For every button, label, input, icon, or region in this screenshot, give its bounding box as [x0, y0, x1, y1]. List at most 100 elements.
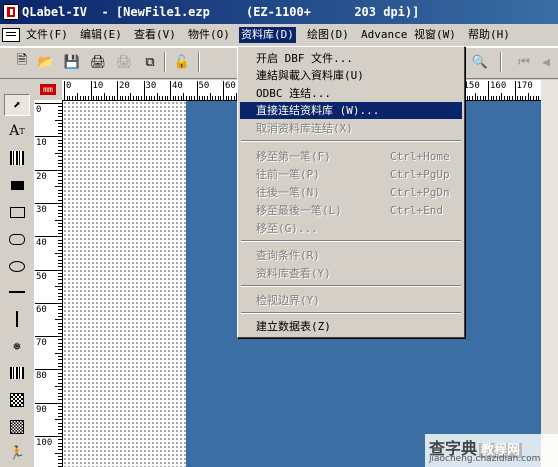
ruler-tick	[185, 96, 187, 100]
menu-create-data-table[interactable]: 建立数据表(Z)	[240, 318, 462, 335]
first-page-icon[interactable]: ⏮	[514, 53, 534, 71]
app-icon[interactable]	[3, 4, 19, 20]
ruler-tick	[101, 96, 103, 100]
label-canvas[interactable]	[63, 101, 186, 467]
ellipse-icon[interactable]	[4, 255, 30, 277]
ruler-tick	[469, 96, 471, 100]
ruler-label: 90	[36, 404, 47, 415]
ruler-tick	[58, 232, 62, 234]
ruler-unit-corner[interactable]: mm	[34, 80, 62, 100]
menu-last-record[interactable]: 移至最後一笔(L) Ctrl+End	[240, 202, 462, 219]
ruler-tick	[71, 96, 73, 100]
maxicode-icon[interactable]: ❅	[4, 335, 30, 357]
zoom-icon[interactable]: 🔍	[470, 53, 490, 71]
document-system-icon[interactable]	[2, 28, 20, 42]
menu-link-load-database[interactable]: 連結與載入資料庫(U)	[240, 67, 462, 84]
ruler-tick	[58, 226, 62, 228]
ruler-tick	[58, 149, 62, 151]
ruler-tick	[74, 96, 76, 100]
menu-window[interactable]: 视窗(W)	[412, 27, 458, 43]
copy-icon[interactable]: ⧉	[140, 53, 160, 71]
menu-object[interactable]: 物件(O)	[186, 27, 232, 43]
open-folder-icon[interactable]: 📂	[36, 53, 56, 71]
datamatrix-icon[interactable]	[4, 389, 30, 411]
menu-cancel-database-link[interactable]: 取消资料库连结(X)	[240, 120, 462, 137]
menu-view-database[interactable]: 资料库查看(Y)	[240, 265, 462, 282]
ruler-tick	[58, 156, 62, 158]
vertical-scrollbar[interactable]	[541, 80, 558, 467]
window-title: QLabel-IV - [NewFile1.ezp (EZ-1100+ 203 …	[22, 5, 420, 19]
ruler-tick	[58, 359, 62, 361]
rectangle-icon[interactable]	[4, 201, 30, 223]
site-watermark: 查字典 教程网 jiaocheng.chazidian.com	[425, 434, 558, 467]
ruler-tick	[58, 209, 62, 211]
text-tool-icon[interactable]: AT	[4, 120, 30, 142]
menu-previous-record[interactable]: 往前一笔(P) Ctrl+PgUp	[240, 166, 462, 183]
ruler-tick	[58, 249, 62, 251]
print-icon[interactable]: 🖨	[88, 53, 108, 71]
filled-rectangle-icon[interactable]	[4, 174, 30, 196]
menu-next-record[interactable]: 往後一笔(N) Ctrl+PgDn	[240, 184, 462, 201]
ruler-tick	[58, 132, 62, 134]
ruler-tick	[35, 369, 62, 371]
menu-odbc-link[interactable]: ODBC 连结...	[240, 85, 462, 102]
ruler-tick	[35, 236, 62, 238]
new-file-icon[interactable]: 🗎	[12, 53, 32, 71]
select-arrow-icon[interactable]: ⬈	[4, 94, 30, 116]
menu-check-boundary[interactable]: 检视边界(Y)	[240, 292, 462, 309]
ruler-tick	[58, 426, 62, 427]
menu-help[interactable]: 帮助(H)	[466, 27, 512, 43]
ruler-tick	[58, 392, 62, 394]
ruler-tick	[217, 96, 219, 100]
menu-goto-record[interactable]: 移至(G)...	[240, 220, 462, 237]
rounded-rectangle-icon[interactable]	[4, 228, 30, 250]
menu-query-condition[interactable]: 查询条件(R)	[240, 247, 462, 264]
menu-view[interactable]: 查看(V)	[132, 27, 178, 43]
vertical-line-icon[interactable]	[4, 308, 30, 330]
toolbar-separator	[500, 52, 502, 72]
ruler-tick	[114, 96, 116, 100]
menu-open-dbf[interactable]: 开启 DBF 文件...	[240, 50, 462, 67]
prev-page-icon[interactable]: ◀	[536, 53, 556, 71]
pdf417-icon[interactable]	[4, 362, 30, 384]
ruler-tick	[58, 296, 62, 298]
ruler-tick	[132, 96, 134, 100]
barcode-tool-icon[interactable]	[4, 147, 30, 169]
ruler-tick	[58, 262, 62, 264]
menu-file[interactable]: 文件(F)	[24, 27, 70, 43]
ruler-tick	[58, 179, 62, 181]
ruler-tick	[140, 96, 142, 100]
menu-edit[interactable]: 编辑(E)	[78, 27, 124, 43]
menu-direct-link-database[interactable]: 直接连结资料库 (W)...	[240, 102, 462, 119]
ruler-label: 0	[36, 105, 42, 115]
ruler-tick	[527, 93, 529, 100]
ruler-tick	[138, 96, 140, 100]
ruler-tick	[35, 402, 62, 404]
lock-icon[interactable]: 🔓	[172, 53, 192, 71]
ruler-tick	[58, 246, 62, 248]
menu-draw[interactable]: 绘图(D)	[305, 27, 351, 43]
menu-database[interactable]: 资料库(D)	[239, 27, 296, 43]
ruler-label: 0	[66, 81, 72, 91]
menu-first-record[interactable]: 移至第一笔(F) Ctrl+Home	[240, 148, 462, 165]
ruler-tick	[58, 146, 62, 148]
ruler-tick	[511, 96, 513, 100]
ruler-tick	[58, 432, 62, 434]
menu-advance[interactable]: Advance	[359, 27, 409, 43]
ruler-tick	[124, 96, 126, 100]
print-preview-icon[interactable]: 🖨	[114, 53, 134, 71]
ruler-tick	[172, 96, 174, 100]
ruler-tick	[503, 96, 505, 100]
ruler-tick	[35, 302, 62, 304]
horizontal-line-icon[interactable]	[4, 281, 30, 303]
ruler-tick	[55, 419, 62, 421]
ruler-tick	[58, 126, 62, 128]
ruler-tick	[58, 106, 62, 108]
ruler-tick	[135, 96, 137, 100]
ruler-label: 50	[36, 271, 47, 282]
save-icon[interactable]: 💾	[62, 53, 82, 71]
ruler-tick	[58, 282, 62, 284]
ruler-tick	[58, 406, 62, 408]
run-icon[interactable]: 🏃	[4, 442, 30, 464]
qrcode-icon[interactable]	[4, 416, 30, 438]
